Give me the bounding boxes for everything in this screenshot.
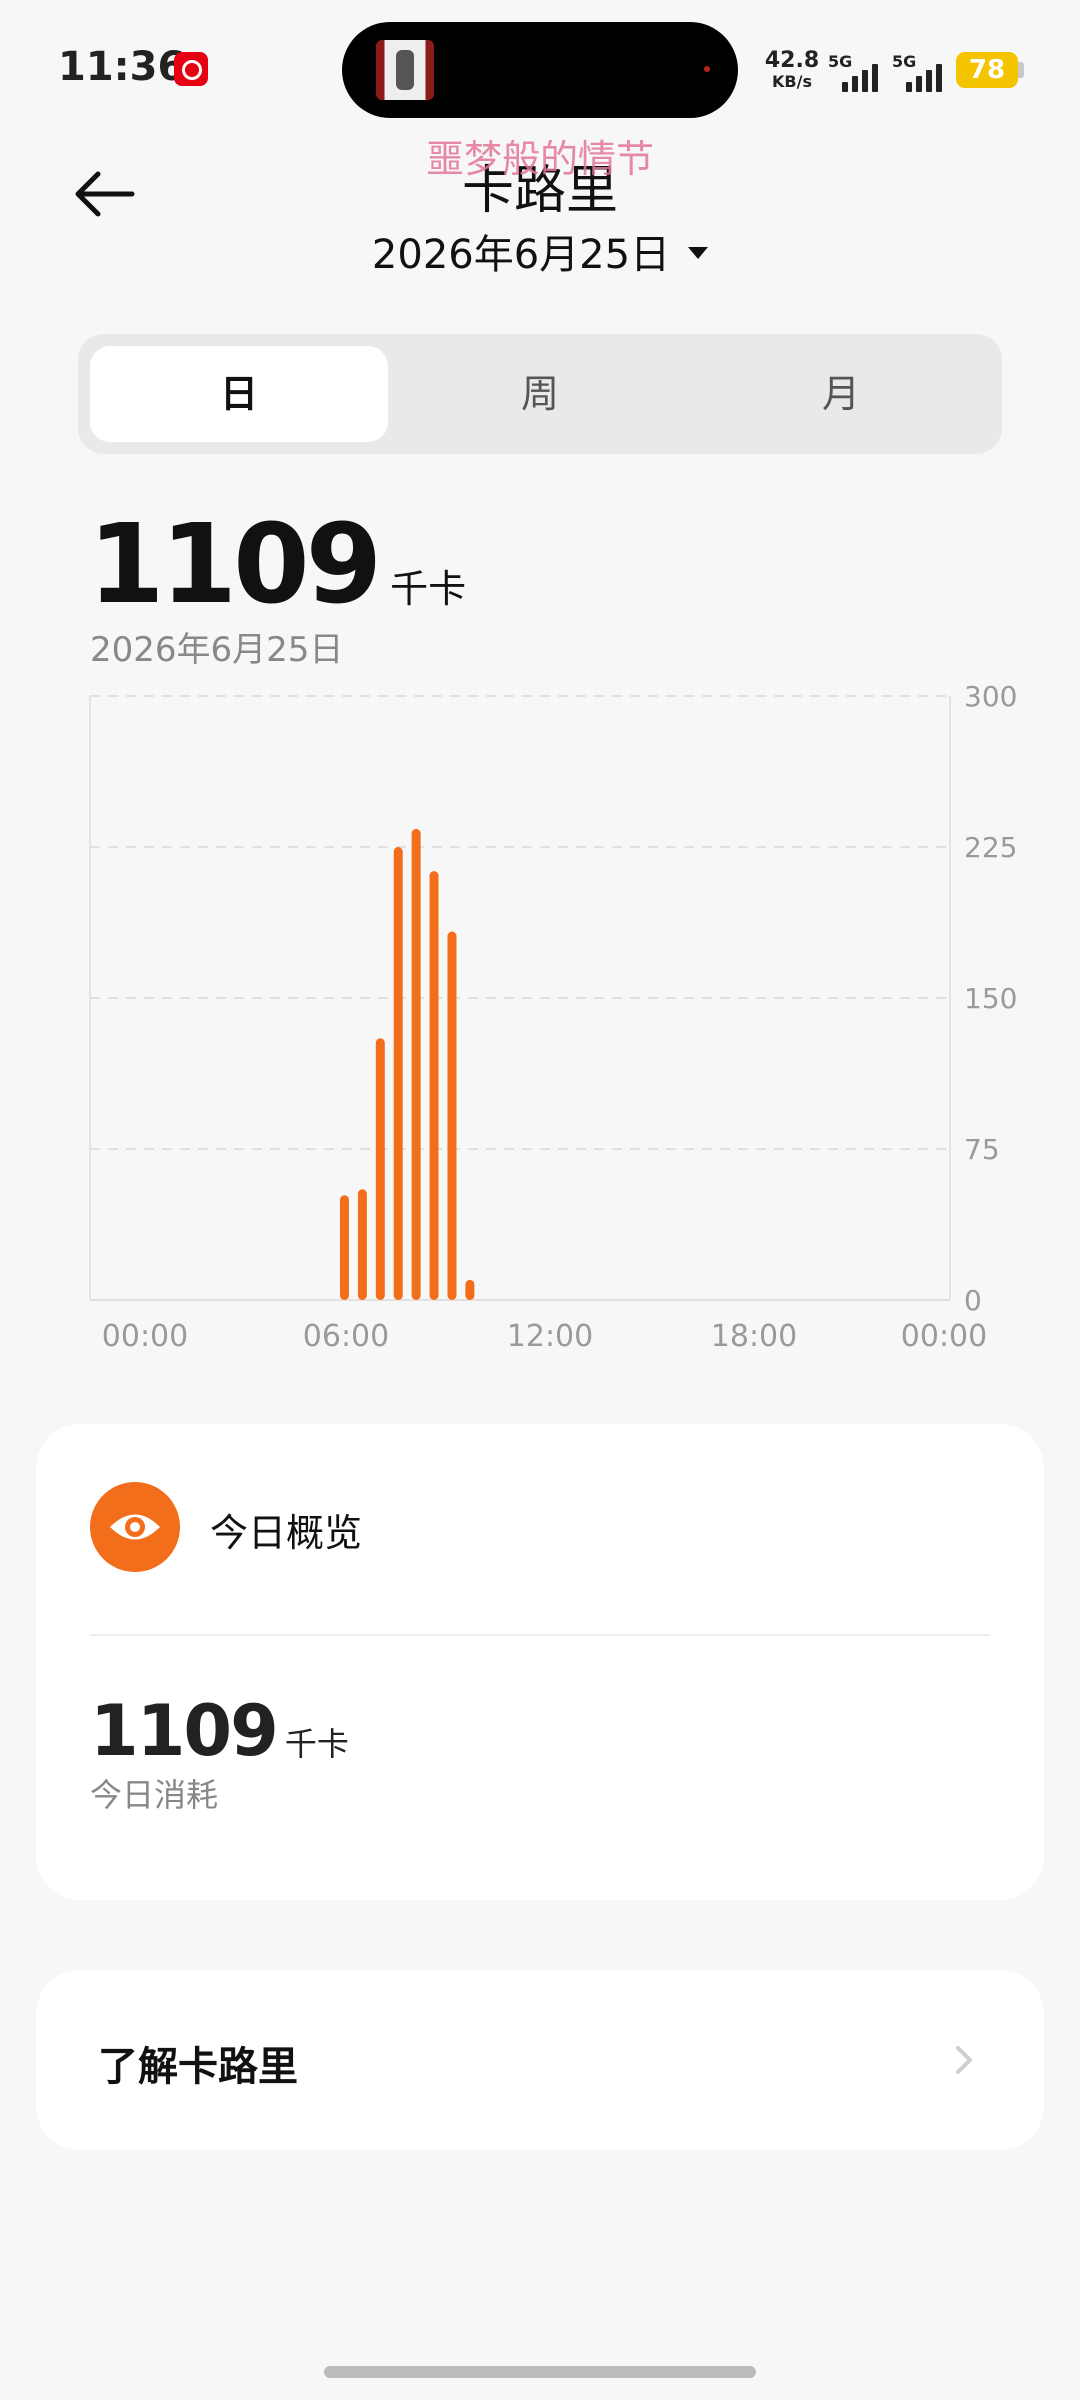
chart-bar — [375, 1038, 385, 1300]
chart-bar — [393, 847, 403, 1300]
divider — [90, 1634, 990, 1636]
signal-2-label: 5G — [892, 52, 917, 71]
overview-value-number: 1109 — [90, 1690, 279, 1772]
y-tick-label: 300 — [964, 680, 1017, 713]
signal-2-icon: 5G — [892, 52, 948, 92]
chart-bars — [339, 828, 475, 1300]
chart-y-axis: 300 225 150 75 0 — [964, 680, 1017, 1317]
learn-calories-label: 了解卡路里 — [98, 2044, 298, 2090]
learn-calories-card[interactable]: 了解卡路里 — [36, 1970, 1044, 2150]
network-speed-unit: KB/s — [772, 72, 812, 91]
calorie-bar-chart[interactable]: 300 225 150 75 0 00:00 06:00 12:00 18:00 00:00 — [0, 660, 1080, 1360]
x-tick-label: 00:00 — [901, 1319, 987, 1354]
overview-card: 今日概览 1109 千卡 今日消耗 — [36, 1424, 1044, 1900]
overview-value-unit: 千卡 — [284, 1725, 349, 1763]
tab-day[interactable]: 日 — [90, 346, 388, 442]
chart-bar — [429, 871, 439, 1300]
x-tick-label: 18:00 — [711, 1319, 797, 1354]
recording-dot-icon — [704, 66, 710, 72]
x-tick-label: 12:00 — [507, 1319, 593, 1354]
calorie-page: 11:36 42.8 KB/s 5G 5G 78 卡路里 噩梦般的情节 2026… — [0, 0, 1080, 2400]
y-tick-label: 150 — [964, 982, 1017, 1015]
y-tick-label: 225 — [964, 831, 1017, 864]
song-lyric-overlay: 噩梦般的情节 — [425, 137, 654, 181]
signal-1-label: 5G — [828, 52, 853, 71]
caret-down-icon — [688, 247, 709, 259]
signal-1-icon: 5G — [828, 52, 884, 92]
overview-value: 1109 千卡 — [90, 1690, 349, 1772]
calorie-total-unit: 千卡 — [390, 567, 467, 611]
chart-bar — [447, 931, 457, 1300]
y-tick-label: 75 — [964, 1133, 1000, 1166]
calorie-total: 1109 千卡 — [88, 500, 466, 628]
calorie-total-value: 1109 — [88, 500, 382, 628]
period-tabs: 日 周 月 — [78, 334, 1002, 454]
tab-month[interactable]: 月 — [692, 346, 990, 442]
dynamic-island[interactable] — [342, 22, 738, 118]
overview-title: 今日概览 — [210, 1511, 363, 1555]
date-selector[interactable]: 2026年6月25日 — [0, 222, 1080, 280]
battery-icon: 78 — [956, 52, 1018, 88]
battery-level: 78 — [968, 55, 1006, 85]
x-tick-label: 00:00 — [102, 1319, 188, 1354]
overview-subtitle: 今日消耗 — [90, 1776, 219, 1814]
chart-bar — [465, 1279, 475, 1300]
y-tick-label: 0 — [964, 1284, 982, 1317]
chart-grid — [89, 695, 951, 1301]
x-tick-label: 06:00 — [303, 1319, 389, 1354]
network-speed: 42.8 KB/s — [764, 50, 820, 90]
status-bar: 11:36 42.8 KB/s 5G 5G 78 — [0, 0, 1080, 140]
status-time: 11:36 — [58, 44, 186, 90]
network-speed-value: 42.8 — [764, 48, 820, 73]
netease-music-icon — [174, 52, 208, 86]
battery-cap — [1018, 62, 1024, 78]
chart-x-axis: 00:00 06:00 12:00 18:00 00:00 — [102, 1319, 987, 1354]
chart-bar — [339, 1195, 349, 1300]
chart-bar — [357, 1189, 367, 1300]
chart-bar — [411, 828, 421, 1300]
home-indicator[interactable] — [324, 2366, 756, 2378]
date-selector-label: 2026年6月25日 — [371, 232, 671, 278]
album-art-icon — [376, 40, 434, 100]
chevron-right-icon — [956, 2046, 972, 2074]
eye-icon — [90, 1482, 180, 1572]
tab-week[interactable]: 周 — [391, 346, 689, 442]
